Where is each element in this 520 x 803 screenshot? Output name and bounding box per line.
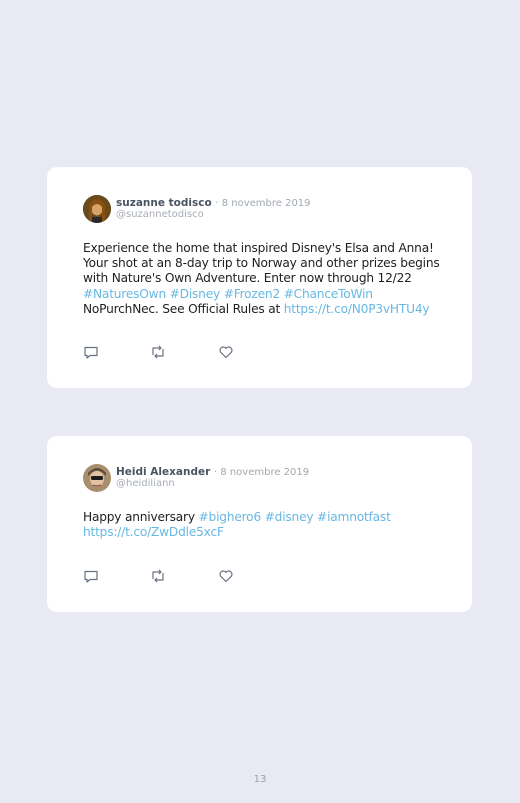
page-number: 13: [253, 774, 267, 785]
tweet-text-segment: with Nature's Own Adventure. Enter now t…: [83, 271, 412, 286]
tweet-actions: [83, 568, 253, 584]
retweet-icon[interactable]: [150, 344, 166, 360]
tweet-author[interactable]: suzanne todisco · 8 novembre 2019: [116, 197, 311, 209]
tweet-link[interactable]: #NaturesOwn #Disney #Frozen2 #ChanceToWi…: [83, 287, 373, 301]
tweet-card: Heidi Alexander · 8 novembre 2019 @heidi…: [47, 436, 472, 612]
tweet-text-line: https://t.co/ZwDdle5xcF: [83, 525, 458, 540]
tweet-text: Happy anniversary #bighero6 #disney #iam…: [83, 510, 458, 540]
tweet-link[interactable]: #bighero6 #disney #iamnotfast: [199, 510, 391, 524]
like-icon[interactable]: [218, 568, 234, 584]
reply-icon[interactable]: [83, 344, 99, 360]
tweet-actions: [83, 344, 253, 360]
tweet-link[interactable]: https://t.co/ZwDdle5xcF: [83, 525, 224, 539]
retweet-icon[interactable]: [150, 568, 166, 584]
tweet-text-line: Your shot at an 8-day trip to Norway and…: [83, 256, 458, 271]
tweet-author[interactable]: Heidi Alexander · 8 novembre 2019: [116, 466, 309, 478]
tweet-text: Experience the home that inspired Disney…: [83, 241, 458, 317]
tweet-text-line: Experience the home that inspired Disney…: [83, 241, 458, 256]
tweet-text-line: #NaturesOwn #Disney #Frozen2 #ChanceToWi…: [83, 287, 458, 302]
avatar[interactable]: [83, 195, 111, 223]
tweet-date[interactable]: · 8 novembre 2019: [215, 198, 310, 209]
reply-icon[interactable]: [83, 568, 99, 584]
tweet-text-line: NoPurchNec. See Official Rules at https:…: [83, 302, 458, 317]
author-name[interactable]: suzanne todisco: [116, 197, 212, 209]
avatar[interactable]: [83, 464, 111, 492]
tweet-link[interactable]: https://t.co/N0P3vHTU4y: [284, 302, 430, 316]
tweet-text-segment: Experience the home that inspired Disney…: [83, 241, 434, 255]
tweet-text-segment: Your shot at an 8-day trip to Norway and…: [83, 256, 440, 271]
tweet-handle[interactable]: @heidiliann: [116, 478, 175, 489]
tweet-card: suzanne todisco · 8 novembre 2019 @suzan…: [47, 167, 472, 388]
tweet-handle[interactable]: @suzannetodisco: [116, 209, 204, 220]
like-icon[interactable]: [218, 344, 234, 360]
tweet-text-segment: Happy anniversary: [83, 510, 199, 524]
tweet-text-segment: NoPurchNec. See Official Rules at: [83, 301, 284, 316]
author-name[interactable]: Heidi Alexander: [116, 466, 210, 478]
tweet-text-line: with Nature's Own Adventure. Enter now t…: [83, 271, 458, 286]
tweet-text-line: Happy anniversary #bighero6 #disney #iam…: [83, 510, 458, 525]
tweet-date[interactable]: · 8 novembre 2019: [214, 467, 309, 478]
